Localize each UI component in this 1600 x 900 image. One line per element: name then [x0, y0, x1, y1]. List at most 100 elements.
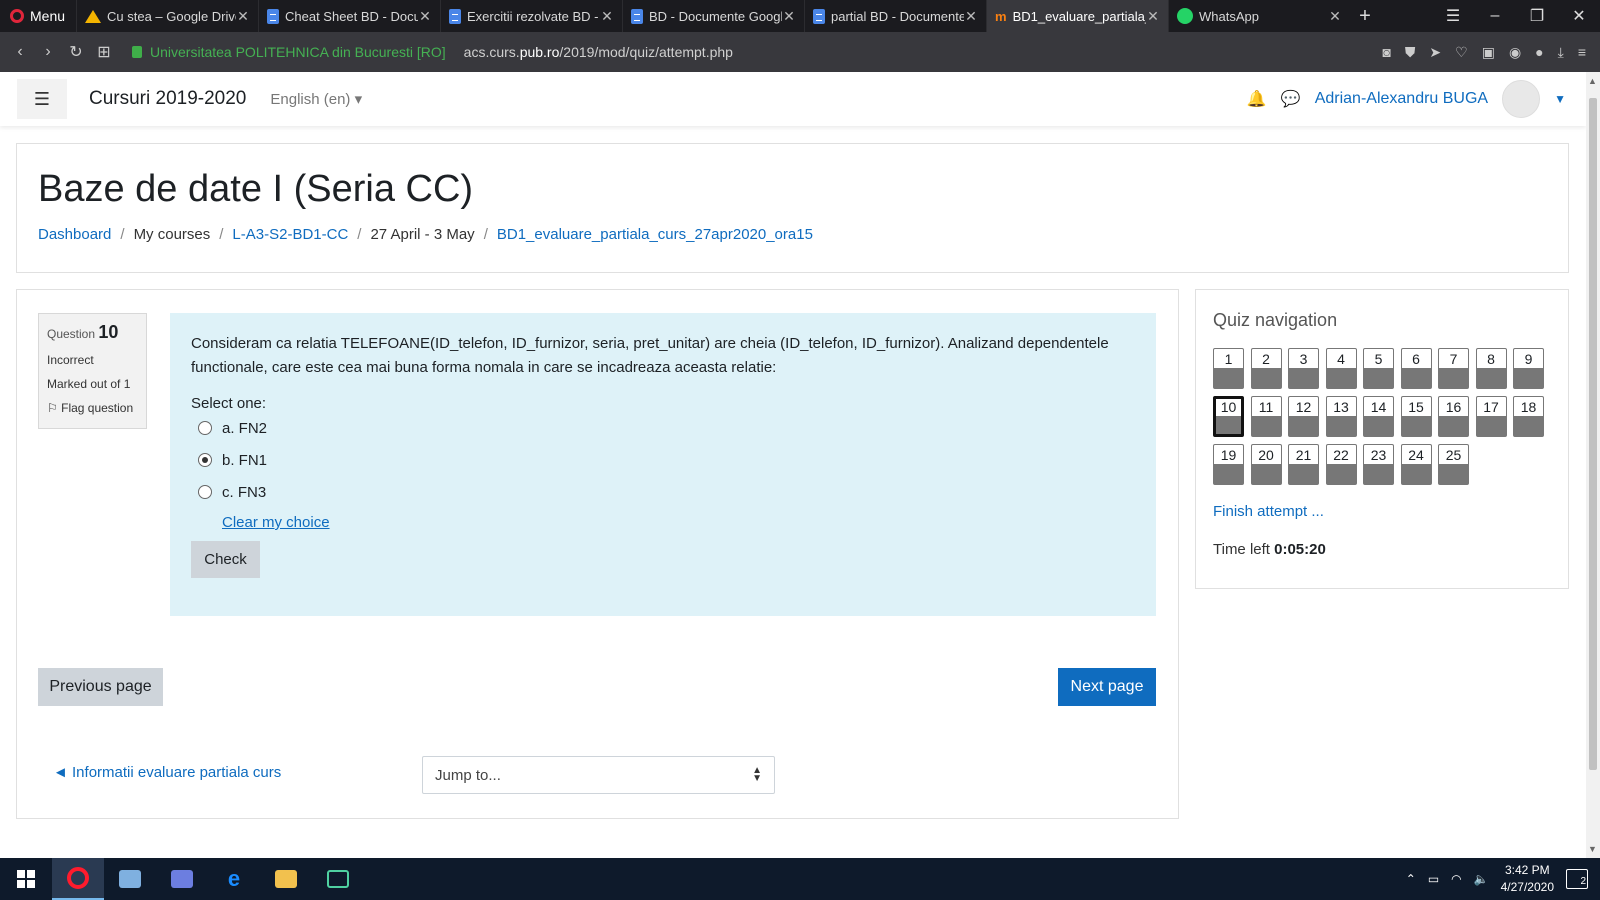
send-icon[interactable]: ➤ [1429, 44, 1441, 61]
breadcrumb-item-dashboard[interactable]: Dashboard [38, 226, 111, 243]
previous-page-button[interactable]: Previous page [38, 668, 163, 706]
chevron-down-icon[interactable]: ▼ [1554, 92, 1566, 106]
quiz-nav-button-4[interactable]: 4 [1325, 348, 1357, 389]
speed-dial-icon[interactable]: ⊞ [90, 42, 118, 62]
scroll-down-icon[interactable]: ▼ [1588, 844, 1597, 854]
browser-menu-button[interactable]: Menu [0, 0, 76, 32]
minimize-icon[interactable]: – [1474, 7, 1516, 25]
taskbar-app[interactable]: e [208, 858, 260, 900]
new-tab-icon[interactable]: + [1350, 5, 1380, 28]
browser-tab-active[interactable]: m BD1_evaluare_partiala_ ✕ [986, 0, 1168, 32]
answer-option-c[interactable]: c. FN3 [198, 476, 1135, 508]
previous-activity-link[interactable]: ◄ Informatii evaluare partiala curs [53, 764, 281, 781]
check-button[interactable]: Check [191, 541, 260, 578]
extension-icon[interactable]: ◉ [1509, 44, 1521, 61]
snapshot-icon[interactable]: ◙ [1382, 44, 1390, 60]
avatar[interactable] [1502, 80, 1541, 118]
volume-icon[interactable]: 🔈 [1474, 872, 1489, 886]
clear-choice-link[interactable]: Clear my choice [222, 514, 1135, 531]
quiz-nav-button-20[interactable]: 20 [1250, 444, 1282, 485]
quiz-nav-button-9[interactable]: 9 [1513, 348, 1544, 389]
radio-button[interactable] [198, 421, 212, 435]
close-tab-icon[interactable]: ✕ [1146, 8, 1160, 25]
heart-icon[interactable]: ♡ [1455, 44, 1468, 61]
quiz-nav-button-7[interactable]: 7 [1438, 348, 1469, 389]
wifi-icon[interactable]: ◠ [1451, 872, 1461, 886]
nav-drawer-button[interactable]: ☰ [17, 79, 67, 119]
clock[interactable]: 3:42 PM 4/27/2020 [1501, 862, 1554, 896]
jump-to-select[interactable]: Jump to... ▲ ▼ [422, 756, 775, 794]
extension-icon[interactable]: ▣ [1482, 44, 1495, 61]
quiz-nav-button-17[interactable]: 17 [1475, 396, 1507, 437]
back-icon[interactable]: ‹ [6, 43, 34, 61]
close-window-icon[interactable]: ✕ [1558, 6, 1600, 26]
taskbar-app[interactable] [156, 858, 208, 900]
browser-tab[interactable]: Exercitii rezolvate BD - ✕ [440, 0, 622, 32]
quiz-nav-button-18[interactable]: 18 [1513, 396, 1544, 437]
answer-option-b[interactable]: b. FN1 [198, 444, 1135, 476]
finish-attempt-link[interactable]: Finish attempt ... [1213, 503, 1324, 520]
forward-icon[interactable]: › [34, 43, 62, 61]
site-name[interactable]: Cursuri 2019-2020 [89, 88, 246, 110]
quiz-nav-button-23[interactable]: 23 [1363, 444, 1394, 485]
next-page-button[interactable]: Next page [1058, 668, 1156, 706]
quiz-nav-button-25[interactable]: 25 [1438, 444, 1469, 485]
messages-icon[interactable]: 💬 [1281, 89, 1301, 109]
quiz-nav-button-16[interactable]: 16 [1438, 396, 1469, 437]
scrollbar-thumb[interactable] [1589, 98, 1597, 770]
browser-tab[interactable]: BD - Documente Googl ✕ [622, 0, 804, 32]
taskbar-app[interactable] [260, 858, 312, 900]
quiz-nav-button-15[interactable]: 15 [1400, 396, 1432, 437]
quiz-nav-button-1[interactable]: 1 [1213, 348, 1244, 389]
browser-tab[interactable]: Cheat Sheet BD - Docu ✕ [258, 0, 440, 32]
extension-icon[interactable]: ● [1535, 44, 1543, 60]
quiz-nav-button-5[interactable]: 5 [1363, 348, 1394, 389]
restore-icon[interactable]: ❐ [1516, 6, 1558, 26]
taskbar-app[interactable] [104, 858, 156, 900]
quiz-nav-button-14[interactable]: 14 [1363, 396, 1394, 437]
taskbar-app[interactable] [312, 858, 364, 900]
browser-tab[interactable]: WhatsApp ✕ [1168, 0, 1350, 32]
user-name[interactable]: Adrian-Alexandru BUGA [1315, 90, 1488, 108]
close-tab-icon[interactable]: ✕ [418, 8, 432, 25]
quiz-nav-button-12[interactable]: 12 [1288, 396, 1319, 437]
quiz-nav-button-10[interactable]: 10 [1213, 396, 1244, 437]
notification-bell-icon[interactable]: 🔔 [1247, 89, 1267, 109]
flag-question-button[interactable]: ⚐ Flag question [47, 401, 138, 415]
breadcrumb-item-course[interactable]: L-A3-S2-BD1-CC [232, 226, 348, 243]
settings-icon[interactable]: ≡ [1578, 44, 1586, 60]
quiz-nav-button-8[interactable]: 8 [1475, 348, 1507, 389]
breadcrumb-item-quiz[interactable]: BD1_evaluare_partiala_curs_27apr2020_ora… [497, 226, 813, 243]
taskbar-opera[interactable] [52, 858, 104, 900]
quiz-nav-button-22[interactable]: 22 [1325, 444, 1357, 485]
shield-icon[interactable]: ⛊ [1405, 44, 1416, 61]
answer-label[interactable]: c. FN3 [222, 484, 266, 501]
reload-icon[interactable]: ↻ [62, 42, 90, 62]
close-tab-icon[interactable]: ✕ [600, 8, 614, 25]
close-tab-icon[interactable]: ✕ [964, 8, 978, 25]
radio-button[interactable] [198, 485, 212, 499]
quiz-nav-button-24[interactable]: 24 [1400, 444, 1432, 485]
language-menu[interactable]: English (en) ▾ [270, 90, 362, 108]
battery-icon[interactable]: ▭ [1428, 872, 1439, 886]
url-field[interactable]: acs.curs.pub.ro/2019/mod/quiz/attempt.ph… [464, 44, 733, 60]
quiz-nav-button-11[interactable]: 11 [1250, 396, 1282, 437]
page-scrollbar[interactable]: ▲ ▼ [1586, 72, 1600, 858]
close-tab-icon[interactable]: ✕ [236, 8, 250, 25]
browser-tab[interactable]: partial BD - Documente ✕ [804, 0, 986, 32]
answer-option-a[interactable]: a. FN2 [198, 412, 1135, 444]
chevron-up-icon[interactable]: ⌃ [1406, 872, 1416, 886]
quiz-nav-button-3[interactable]: 3 [1288, 348, 1319, 389]
download-icon[interactable]: ⤓ [1558, 44, 1564, 61]
radio-button-selected[interactable] [198, 453, 212, 467]
notification-center-icon[interactable]: 2 [1566, 869, 1588, 889]
answer-label[interactable]: a. FN2 [222, 420, 267, 437]
close-tab-icon[interactable]: ✕ [782, 8, 796, 25]
quiz-nav-button-6[interactable]: 6 [1400, 348, 1432, 389]
close-tab-icon[interactable]: ✕ [1328, 8, 1342, 25]
browser-tab[interactable]: Cu stea – Google Drive ✕ [76, 0, 258, 32]
answer-label[interactable]: b. FN1 [222, 452, 267, 469]
tab-menu-icon[interactable]: ☰ [1432, 6, 1474, 26]
quiz-nav-button-21[interactable]: 21 [1288, 444, 1319, 485]
start-button[interactable] [0, 858, 52, 900]
